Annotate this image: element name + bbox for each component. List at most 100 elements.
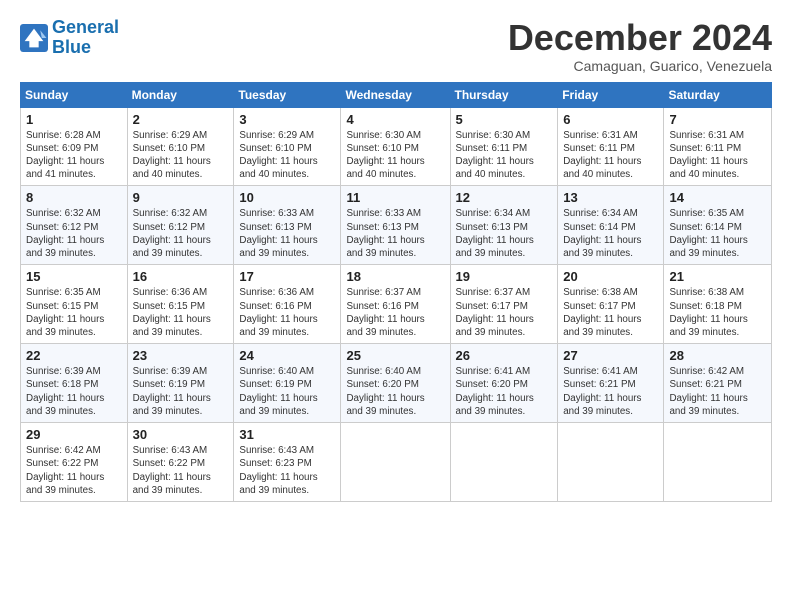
table-row: 18Sunrise: 6:37 AMSunset: 6:16 PMDayligh… bbox=[341, 265, 450, 344]
table-row: 15 Sunrise: 6:35 AMSunset: 6:15 PMDayligh… bbox=[21, 265, 128, 344]
day-info: Sunrise: 6:32 AMSunset: 6:12 PMDaylight:… bbox=[26, 207, 122, 260]
logo-icon bbox=[20, 24, 48, 52]
table-row: 16 Sunrise: 6:36 AMSunset: 6:15 PMDayligh… bbox=[127, 265, 234, 344]
table-row: 25Sunrise: 6:40 AMSunset: 6:20 PMDayligh… bbox=[341, 344, 450, 423]
day-number: 24 bbox=[239, 348, 335, 363]
calendar-week-3: 15 Sunrise: 6:35 AMSunset: 6:15 PMDayligh… bbox=[21, 265, 772, 344]
header-monday: Monday bbox=[127, 82, 234, 107]
table-row: 12Sunrise: 6:34 AMSunset: 6:13 PMDayligh… bbox=[450, 186, 558, 265]
table-row bbox=[664, 423, 772, 502]
calendar-week-4: 22 Sunrise: 6:39 AMSunset: 6:18 PMDayligh… bbox=[21, 344, 772, 423]
day-info: Sunrise: 6:31 AMSunset: 6:11 PMDaylight:… bbox=[563, 129, 658, 182]
day-info: Sunrise: 6:28 AMSunset: 6:09 PMDaylight:… bbox=[26, 129, 122, 182]
table-row: 19 Sunrise: 6:37 AMSunset: 6:17 PMDayligh… bbox=[450, 265, 558, 344]
calendar-page: General Blue December 2024 Camaguan, Gua… bbox=[0, 0, 792, 512]
header-thursday: Thursday bbox=[450, 82, 558, 107]
day-info: Sunrise: 6:39 AMSunset: 6:18 PMDaylight:… bbox=[26, 365, 122, 418]
table-row: 11 Sunrise: 6:33 AMSunset: 6:13 PMDayligh… bbox=[341, 186, 450, 265]
day-number: 4 bbox=[346, 112, 444, 127]
day-number: 14 bbox=[669, 190, 766, 205]
day-number: 28 bbox=[669, 348, 766, 363]
day-info: Sunrise: 6:41 AMSunset: 6:20 PMDaylight:… bbox=[456, 365, 553, 418]
table-row: 24 Sunrise: 6:40 AMSunset: 6:19 PMDayligh… bbox=[234, 344, 341, 423]
month-title: December 2024 bbox=[508, 18, 772, 58]
calendar-header-row: Sunday Monday Tuesday Wednesday Thursday… bbox=[21, 82, 772, 107]
day-info: Sunrise: 6:34 AMSunset: 6:13 PMDaylight:… bbox=[456, 207, 553, 260]
logo-general: General bbox=[52, 17, 119, 37]
day-info: Sunrise: 6:30 AMSunset: 6:11 PMDaylight:… bbox=[456, 129, 553, 182]
table-row: 14 Sunrise: 6:35 AMSunset: 6:14 PMDayligh… bbox=[664, 186, 772, 265]
title-block: December 2024 Camaguan, Guarico, Venezue… bbox=[508, 18, 772, 74]
calendar-week-5: 29Sunrise: 6:42 AMSunset: 6:22 PMDayligh… bbox=[21, 423, 772, 502]
day-number: 23 bbox=[133, 348, 229, 363]
table-row: 22 Sunrise: 6:39 AMSunset: 6:18 PMDayligh… bbox=[21, 344, 128, 423]
table-row: 30Sunrise: 6:43 AMSunset: 6:22 PMDayligh… bbox=[127, 423, 234, 502]
day-number: 5 bbox=[456, 112, 553, 127]
table-row: 23 Sunrise: 6:39 AMSunset: 6:19 PMDayligh… bbox=[127, 344, 234, 423]
day-info: Sunrise: 6:35 AMSunset: 6:15 PMDaylight:… bbox=[26, 286, 122, 339]
day-info: Sunrise: 6:38 AMSunset: 6:18 PMDaylight:… bbox=[669, 286, 766, 339]
table-row bbox=[341, 423, 450, 502]
day-info: Sunrise: 6:35 AMSunset: 6:14 PMDaylight:… bbox=[669, 207, 766, 260]
day-info: Sunrise: 6:43 AMSunset: 6:23 PMDaylight:… bbox=[239, 444, 335, 497]
logo-text: General Blue bbox=[52, 18, 119, 58]
day-number: 30 bbox=[133, 427, 229, 442]
day-number: 13 bbox=[563, 190, 658, 205]
table-row: 21 Sunrise: 6:38 AMSunset: 6:18 PMDayligh… bbox=[664, 265, 772, 344]
day-info: Sunrise: 6:41 AMSunset: 6:21 PMDaylight:… bbox=[563, 365, 658, 418]
day-number: 11 bbox=[346, 190, 444, 205]
day-number: 15 bbox=[26, 269, 122, 284]
day-info: Sunrise: 6:42 AMSunset: 6:22 PMDaylight:… bbox=[26, 444, 122, 497]
table-row: 3 Sunrise: 6:29 AMSunset: 6:10 PMDaylight… bbox=[234, 107, 341, 186]
calendar-week-2: 8 Sunrise: 6:32 AMSunset: 6:12 PMDaylight… bbox=[21, 186, 772, 265]
table-row: 5 Sunrise: 6:30 AMSunset: 6:11 PMDaylight… bbox=[450, 107, 558, 186]
table-row: 20Sunrise: 6:38 AMSunset: 6:17 PMDayligh… bbox=[558, 265, 664, 344]
day-number: 2 bbox=[133, 112, 229, 127]
day-info: Sunrise: 6:33 AMSunset: 6:13 PMDaylight:… bbox=[239, 207, 335, 260]
day-info: Sunrise: 6:38 AMSunset: 6:17 PMDaylight:… bbox=[563, 286, 658, 339]
table-row: 4 Sunrise: 6:30 AMSunset: 6:10 PMDaylight… bbox=[341, 107, 450, 186]
table-row: 17 Sunrise: 6:36 AMSunset: 6:16 PMDayligh… bbox=[234, 265, 341, 344]
table-row: 1Sunrise: 6:28 AMSunset: 6:09 PMDaylight… bbox=[21, 107, 128, 186]
day-number: 17 bbox=[239, 269, 335, 284]
day-number: 9 bbox=[133, 190, 229, 205]
table-row: 28Sunrise: 6:42 AMSunset: 6:21 PMDayligh… bbox=[664, 344, 772, 423]
location-subtitle: Camaguan, Guarico, Venezuela bbox=[508, 58, 772, 74]
day-number: 31 bbox=[239, 427, 335, 442]
header-wednesday: Wednesday bbox=[341, 82, 450, 107]
header-tuesday: Tuesday bbox=[234, 82, 341, 107]
table-row: 2 Sunrise: 6:29 AMSunset: 6:10 PMDaylight… bbox=[127, 107, 234, 186]
day-info: Sunrise: 6:29 AMSunset: 6:10 PMDaylight:… bbox=[239, 129, 335, 182]
header-friday: Friday bbox=[558, 82, 664, 107]
table-row: 27 Sunrise: 6:41 AMSunset: 6:21 PMDayligh… bbox=[558, 344, 664, 423]
day-number: 7 bbox=[669, 112, 766, 127]
day-info: Sunrise: 6:39 AMSunset: 6:19 PMDaylight:… bbox=[133, 365, 229, 418]
day-info: Sunrise: 6:40 AMSunset: 6:20 PMDaylight:… bbox=[346, 365, 444, 418]
table-row bbox=[558, 423, 664, 502]
day-info: Sunrise: 6:37 AMSunset: 6:16 PMDaylight:… bbox=[346, 286, 444, 339]
table-row: 8 Sunrise: 6:32 AMSunset: 6:12 PMDaylight… bbox=[21, 186, 128, 265]
day-info: Sunrise: 6:30 AMSunset: 6:10 PMDaylight:… bbox=[346, 129, 444, 182]
day-info: Sunrise: 6:37 AMSunset: 6:17 PMDaylight:… bbox=[456, 286, 553, 339]
day-info: Sunrise: 6:36 AMSunset: 6:15 PMDaylight:… bbox=[133, 286, 229, 339]
table-row: 9Sunrise: 6:32 AMSunset: 6:12 PMDaylight… bbox=[127, 186, 234, 265]
day-number: 21 bbox=[669, 269, 766, 284]
day-info: Sunrise: 6:36 AMSunset: 6:16 PMDaylight:… bbox=[239, 286, 335, 339]
logo-blue: Blue bbox=[52, 37, 91, 57]
day-number: 16 bbox=[133, 269, 229, 284]
table-row: 26 Sunrise: 6:41 AMSunset: 6:20 PMDayligh… bbox=[450, 344, 558, 423]
table-row: 31 Sunrise: 6:43 AMSunset: 6:23 PMDayligh… bbox=[234, 423, 341, 502]
day-number: 26 bbox=[456, 348, 553, 363]
table-row bbox=[450, 423, 558, 502]
day-info: Sunrise: 6:31 AMSunset: 6:11 PMDaylight:… bbox=[669, 129, 766, 182]
table-row: 13Sunrise: 6:34 AMSunset: 6:14 PMDayligh… bbox=[558, 186, 664, 265]
day-number: 27 bbox=[563, 348, 658, 363]
day-number: 8 bbox=[26, 190, 122, 205]
day-number: 19 bbox=[456, 269, 553, 284]
day-number: 22 bbox=[26, 348, 122, 363]
day-info: Sunrise: 6:29 AMSunset: 6:10 PMDaylight:… bbox=[133, 129, 229, 182]
day-info: Sunrise: 6:33 AMSunset: 6:13 PMDaylight:… bbox=[346, 207, 444, 260]
calendar-week-1: 1Sunrise: 6:28 AMSunset: 6:09 PMDaylight… bbox=[21, 107, 772, 186]
day-number: 3 bbox=[239, 112, 335, 127]
day-info: Sunrise: 6:40 AMSunset: 6:19 PMDaylight:… bbox=[239, 365, 335, 418]
